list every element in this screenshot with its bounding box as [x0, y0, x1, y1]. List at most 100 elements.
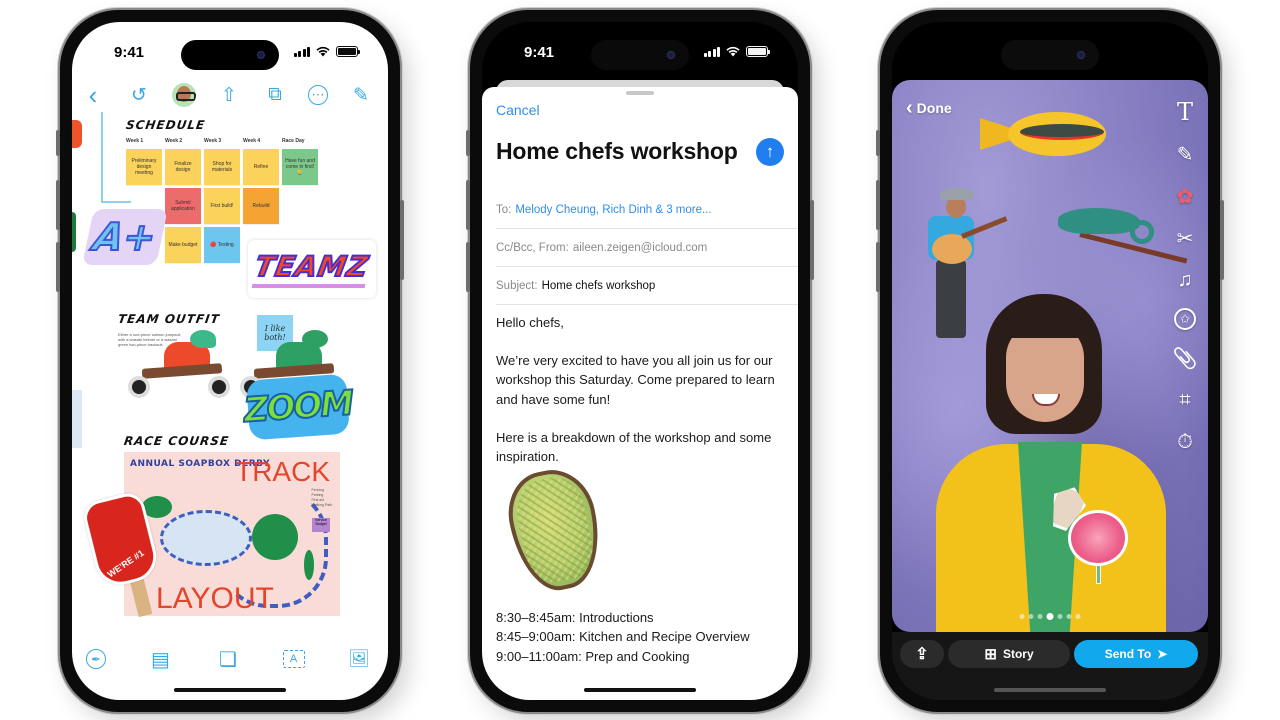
sticky-note[interactable]: First build! — [204, 188, 240, 224]
rest-area-label: Service Budget — [312, 518, 330, 532]
avocado-toast-image[interactable] — [500, 462, 610, 598]
wifi-icon — [316, 46, 330, 57]
page-dot[interactable] — [1046, 613, 1054, 620]
team-z-sticker[interactable]: TEAMZ — [248, 240, 376, 298]
timer-tool-icon[interactable]: ⏱ — [1171, 428, 1199, 456]
pen-tool-icon[interactable]: ✒ — [86, 649, 106, 669]
phone-freeform: 9:41 ‹ ↺ ⇧ ⧉ ⋯ ✎ SCHEDULE Week 1 Week 2 … — [56, 10, 404, 712]
schedule-heading[interactable]: SCHEDULE — [125, 118, 206, 132]
blimp-sticker[interactable] — [980, 108, 1108, 160]
music-tool-icon[interactable]: ♫ — [1171, 266, 1199, 294]
subject-field[interactable]: Subject: Home chefs workshop — [496, 267, 798, 305]
column-header: Race Day — [282, 138, 305, 144]
page-dot[interactable] — [1019, 614, 1025, 619]
sticky-note[interactable]: Submit application — [165, 188, 201, 224]
share-icon[interactable]: ⇧ — [216, 82, 242, 108]
text-box-icon[interactable]: A — [282, 650, 305, 668]
team-outfit-heading[interactable]: TEAM OUTFIT — [117, 312, 221, 326]
add-story-icon: ⊞ — [984, 646, 997, 663]
offscreen-sticky[interactable] — [72, 390, 82, 448]
to-field[interactable]: To: Melody Cheung, Rich Dinh & 3 more... — [496, 191, 798, 229]
zoom-sticker[interactable]: ZOOM — [242, 373, 354, 441]
volume-up-button — [876, 180, 880, 230]
red-outfit-kart-illustration[interactable] — [124, 330, 234, 400]
legend-item: Walking Path — [311, 503, 333, 507]
sticky-note[interactable]: Shop for materials — [204, 149, 240, 185]
sticker-text: A+ — [89, 214, 162, 260]
compose-icon[interactable]: ✎ — [348, 82, 374, 108]
a-plus-sticker[interactable]: A+ — [82, 209, 168, 265]
to-recipients[interactable]: Melody Cheung, Rich Dinh & 3 more... — [515, 204, 711, 216]
crop-tool-icon[interactable]: ⌗ — [1171, 386, 1199, 414]
home-indicator[interactable] — [994, 688, 1106, 692]
sticker-text: WE'RE #1 — [105, 547, 146, 580]
home-indicator[interactable] — [174, 688, 286, 692]
board-view-icon[interactable]: ⧉ — [262, 82, 288, 108]
attachment-tool-icon[interactable]: 📎 — [1171, 344, 1199, 372]
photo-icon[interactable]: 🖼 — [346, 646, 372, 672]
dynamic-island — [591, 40, 689, 70]
share-button[interactable]: ⇪ — [900, 640, 944, 668]
text-tool-icon[interactable]: T — [1171, 98, 1199, 126]
home-indicator[interactable] — [584, 688, 696, 692]
sticky-note[interactable]: Finalize design — [165, 149, 201, 185]
sheet-grabber[interactable] — [626, 91, 654, 95]
butterfly-flower-sticker[interactable] — [1042, 480, 1132, 584]
sticker-text: TEAMZ — [252, 249, 373, 288]
race-course-heading[interactable]: RACE COURSE — [123, 434, 230, 448]
cellular-signal-icon — [703, 46, 720, 57]
subject-label: Subject: — [496, 279, 538, 292]
from-address[interactable]: aileen.zeigen@icloud.com — [573, 242, 707, 254]
page-dot[interactable] — [1075, 614, 1081, 619]
sticker-tool-icon[interactable]: ✿ — [1171, 182, 1199, 210]
chameleon-sticker[interactable] — [1050, 198, 1190, 264]
page-dot[interactable] — [1066, 614, 1072, 619]
sticky-note[interactable]: Make budget — [165, 227, 201, 263]
compose-sheet: Cancel Home chefs workshop ↑ To: Melody … — [482, 87, 798, 700]
sticky-note[interactable]: Preliminary design meeting — [126, 149, 162, 185]
send-to-button[interactable]: Send To ➤ — [1074, 640, 1198, 668]
snap-photo-canvas[interactable]: ‹ Done T ✎ ✿ ✂ ♫ ✩ 📎 ⌗ ⏱ — [892, 80, 1208, 632]
scissors-tool-icon[interactable]: ✂ — [1171, 224, 1199, 252]
sticker-text: ZOOM — [242, 382, 355, 431]
foam-finger-sticker[interactable]: WE'RE #1 — [80, 489, 162, 618]
offscreen-shape[interactable] — [72, 212, 76, 252]
done-button[interactable]: ‹ Done — [906, 97, 952, 119]
side-button — [1220, 200, 1224, 280]
send-button[interactable]: ↑ — [756, 138, 784, 166]
sticky-note[interactable]: Refine — [243, 149, 279, 185]
to-label: To: — [496, 203, 512, 216]
cc-bcc-from-field[interactable]: Cc/Bcc, From: aileen.zeigen@icloud.com — [496, 229, 798, 267]
page-dot[interactable] — [1028, 614, 1034, 619]
column-header: Week 3 — [204, 138, 222, 144]
back-chevron-icon[interactable]: ‹ — [80, 80, 106, 110]
more-icon[interactable]: ⋯ — [308, 85, 328, 105]
page-dot[interactable] — [1057, 614, 1063, 619]
send-arrow-icon: ➤ — [1157, 647, 1168, 661]
undo-icon[interactable]: ↺ — [126, 82, 152, 108]
lens-tool-icon[interactable]: ✩ — [1174, 308, 1196, 330]
body-paragraph: We’re very excited to have you all join … — [496, 353, 775, 407]
freeform-screen: 9:41 ‹ ↺ ⇧ ⧉ ⋯ ✎ SCHEDULE Week 1 Week 2 … — [72, 22, 388, 700]
offscreen-shape[interactable] — [72, 120, 82, 148]
freeform-canvas[interactable]: SCHEDULE Week 1 Week 2 Week 3 Week 4 Rac… — [72, 112, 388, 640]
story-button[interactable]: ⊞ Story — [948, 640, 1070, 668]
page-dot[interactable] — [1037, 614, 1043, 619]
compose-title: Home chefs workshop — [496, 138, 738, 164]
phone-mail: 9:41 Cancel Home chefs workshop ↑ To: Me… — [466, 10, 814, 712]
message-body[interactable]: Hello chefs, We’re very excited to have … — [496, 313, 786, 666]
cancel-button[interactable]: Cancel — [496, 102, 540, 118]
column-header: Week 2 — [165, 138, 183, 144]
sticky-note-icon[interactable]: ▤ — [148, 646, 174, 672]
collaborator-avatar[interactable] — [172, 83, 196, 107]
page-indicator — [1019, 613, 1081, 620]
column-header: Week 1 — [126, 138, 144, 144]
sticky-note[interactable]: Rebuild — [243, 188, 279, 224]
draw-tool-icon[interactable]: ✎ — [1171, 140, 1199, 168]
sticky-note[interactable]: 🔴 Testing — [204, 227, 240, 263]
volume-up-button — [466, 180, 470, 230]
shapes-icon[interactable]: ❏ — [215, 646, 241, 672]
sticky-note[interactable]: Have fun and come in first! 🏆 — [282, 149, 318, 185]
subject-value[interactable]: Home chefs workshop — [542, 280, 656, 292]
back-chevron-icon: ‹ — [906, 97, 913, 119]
